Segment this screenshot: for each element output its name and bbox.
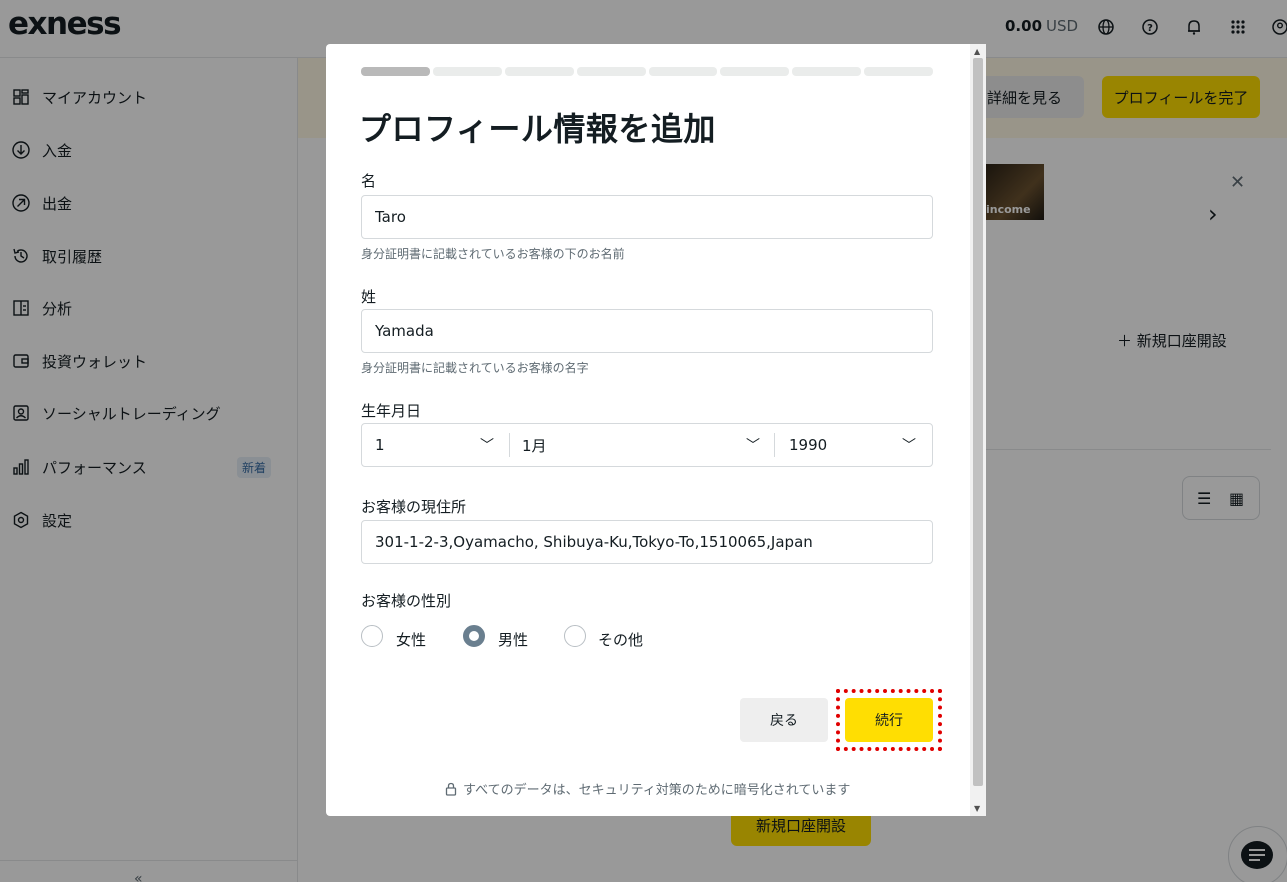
last-name-label: 姓 <box>361 288 377 306</box>
gender-option-label: その他 <box>598 631 644 649</box>
back-button[interactable]: 戻る <box>740 698 828 742</box>
progress-segment <box>504 67 574 76</box>
gender-radio-male[interactable] <box>463 625 485 647</box>
lock-icon <box>445 782 457 796</box>
address-input[interactable] <box>361 520 933 564</box>
first-name-hint: 身分証明書に記載されているお客様の下のお名前 <box>361 247 625 261</box>
chevron-down-icon: ﹀ <box>746 438 760 454</box>
highlight-annotation <box>836 689 942 751</box>
gender-option-label: 女性 <box>396 631 427 649</box>
scroll-up-arrow[interactable]: ▲ <box>974 47 980 56</box>
gender-radio-female[interactable] <box>361 625 383 647</box>
dob-month-value: 1月 <box>522 436 547 455</box>
progress-segment <box>864 67 933 76</box>
scroll-down-arrow[interactable]: ▼ <box>974 804 980 813</box>
progress-segment <box>361 67 430 76</box>
progress-segment <box>576 67 646 76</box>
last-name-hint: 身分証明書に記載されているお客様の名字 <box>361 361 589 375</box>
progress-segment <box>792 67 862 76</box>
security-note: すべてのデータは、セキュリティ対策のために暗号化されています <box>445 779 850 798</box>
dob-day-select[interactable]: 1 ﹀ <box>362 424 509 466</box>
gender-label: お客様の性別 <box>361 592 452 610</box>
dob-year-select[interactable]: 1990 ﹀ <box>775 424 932 466</box>
progress-segment <box>648 67 718 76</box>
address-label: お客様の現住所 <box>361 498 467 516</box>
security-note-text: すべてのデータは、セキュリティ対策のために暗号化されています <box>463 783 851 798</box>
modal-scrollbar[interactable]: ▲ ▼ <box>970 44 986 816</box>
gender-option-label: 男性 <box>498 631 529 649</box>
dob-day-value: 1 <box>375 436 385 454</box>
progress-segment <box>432 67 502 76</box>
step-progress <box>361 67 933 76</box>
dob-label: 生年月日 <box>361 402 422 420</box>
chevron-down-icon: ﹀ <box>480 438 494 454</box>
dob-year-value: 1990 <box>789 436 828 454</box>
gender-radio-other[interactable] <box>564 625 586 647</box>
dob-month-select[interactable]: 1月 ﹀ <box>510 424 774 466</box>
dob-field: 1 ﹀ 1月 ﹀ 1990 ﹀ <box>361 423 933 467</box>
first-name-input[interactable] <box>361 195 933 239</box>
first-name-label: 名 <box>361 172 377 190</box>
last-name-input[interactable] <box>361 309 933 353</box>
scroll-thumb[interactable] <box>973 58 983 786</box>
modal-title: プロフィール情報を追加 <box>359 110 716 148</box>
chevron-down-icon: ﹀ <box>902 438 916 454</box>
progress-segment <box>720 67 790 76</box>
